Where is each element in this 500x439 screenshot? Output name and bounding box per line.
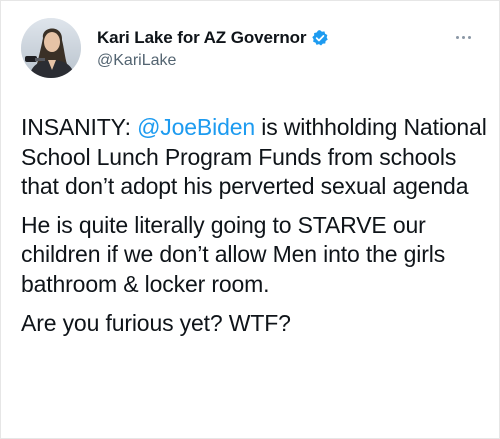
avatar[interactable] <box>21 18 81 78</box>
author-display-name[interactable]: Kari Lake for AZ Governor <box>97 28 307 48</box>
tweet-paragraph-2: He is quite literally going to STARVE ou… <box>21 211 446 297</box>
author-handle[interactable]: @KariLake <box>97 52 176 70</box>
more-options-icon[interactable] <box>456 36 471 39</box>
tweet-text-prefix: INSANITY: <box>21 114 138 140</box>
dot <box>456 36 459 39</box>
author-name-row[interactable]: Kari Lake for AZ Governor <box>97 28 329 48</box>
verified-badge-icon <box>311 29 329 47</box>
mention-link[interactable]: @JoeBiden <box>137 114 255 140</box>
tweet-card: Kari Lake for AZ Governor @KariLake INSA… <box>0 0 500 439</box>
tweet-text: INSANITY: @JoeBiden is withholding Natio… <box>21 113 491 338</box>
tweet-paragraph-3: Are you furious yet? WTF? <box>21 309 291 336</box>
tweet-paragraph-1: INSANITY: @JoeBiden is withholding Natio… <box>21 113 491 202</box>
dot <box>462 36 465 39</box>
dot <box>468 36 471 39</box>
